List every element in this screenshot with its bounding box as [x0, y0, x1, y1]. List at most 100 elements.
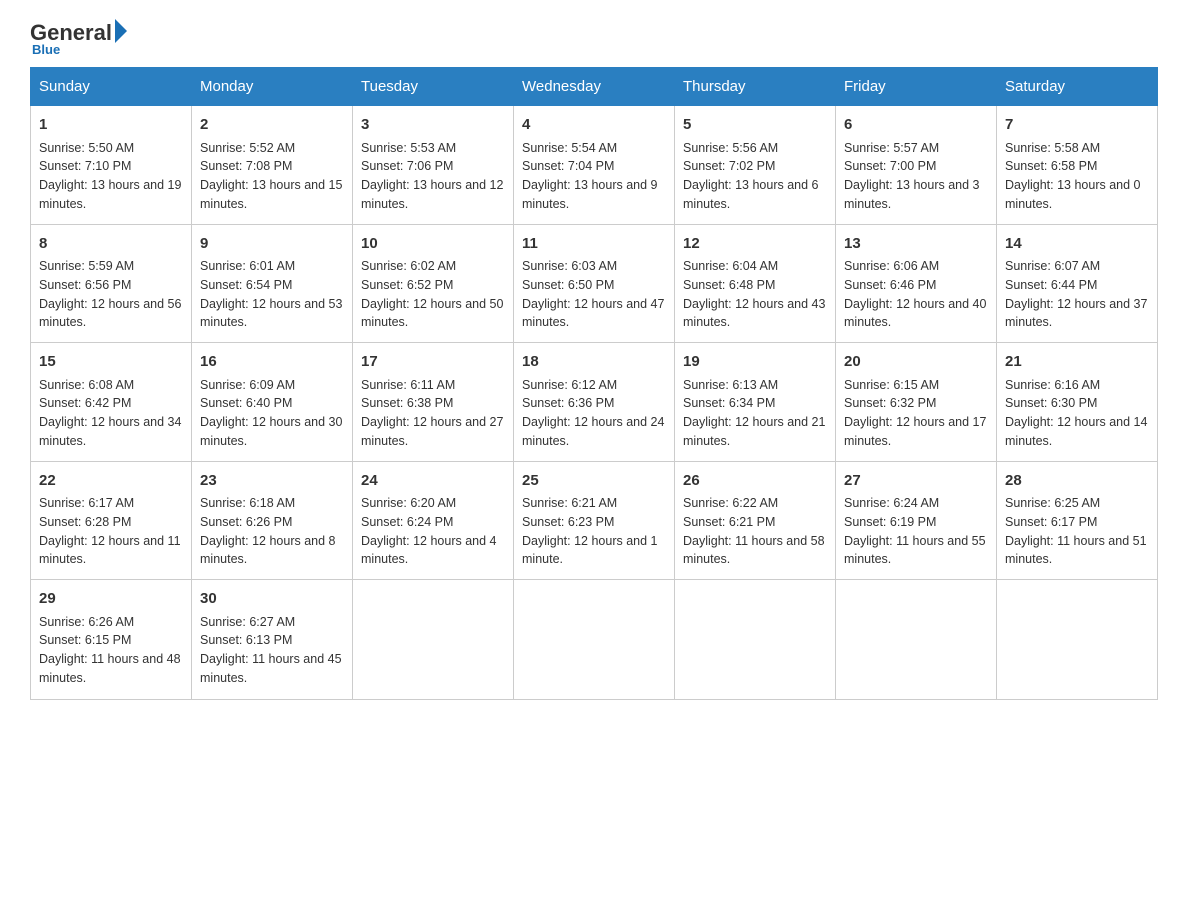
page-header: General Blue: [30, 20, 1158, 57]
day-number: 12: [683, 233, 827, 256]
calendar-cell: 28Sunrise: 6:25 AMSunset: 6:17 PMDayligh…: [997, 461, 1158, 580]
day-number: 22: [39, 470, 183, 493]
day-info: Sunrise: 5:56 AMSunset: 7:02 PMDaylight:…: [683, 139, 827, 214]
day-info: Sunrise: 6:22 AMSunset: 6:21 PMDaylight:…: [683, 494, 827, 569]
day-info: Sunrise: 5:52 AMSunset: 7:08 PMDaylight:…: [200, 139, 344, 214]
calendar-cell: 1Sunrise: 5:50 AMSunset: 7:10 PMDaylight…: [31, 106, 192, 225]
calendar-week-5: 29Sunrise: 6:26 AMSunset: 6:15 PMDayligh…: [31, 580, 1158, 700]
calendar-cell: [675, 580, 836, 700]
day-number: 19: [683, 351, 827, 374]
calendar-week-3: 15Sunrise: 6:08 AMSunset: 6:42 PMDayligh…: [31, 343, 1158, 462]
calendar-cell: 2Sunrise: 5:52 AMSunset: 7:08 PMDaylight…: [192, 106, 353, 225]
day-info: Sunrise: 6:08 AMSunset: 6:42 PMDaylight:…: [39, 376, 183, 451]
day-number: 15: [39, 351, 183, 374]
weekday-header-monday: Monday: [192, 68, 353, 106]
calendar-cell: 8Sunrise: 5:59 AMSunset: 6:56 PMDaylight…: [31, 224, 192, 343]
calendar-cell: 27Sunrise: 6:24 AMSunset: 6:19 PMDayligh…: [836, 461, 997, 580]
day-info: Sunrise: 6:02 AMSunset: 6:52 PMDaylight:…: [361, 257, 505, 332]
day-info: Sunrise: 6:27 AMSunset: 6:13 PMDaylight:…: [200, 613, 344, 688]
logo-arrow-icon: [115, 19, 127, 43]
weekday-header-thursday: Thursday: [675, 68, 836, 106]
day-number: 10: [361, 233, 505, 256]
calendar-week-1: 1Sunrise: 5:50 AMSunset: 7:10 PMDaylight…: [31, 106, 1158, 225]
calendar-cell: [514, 580, 675, 700]
calendar-cell: 22Sunrise: 6:17 AMSunset: 6:28 PMDayligh…: [31, 461, 192, 580]
day-number: 14: [1005, 233, 1149, 256]
day-info: Sunrise: 6:03 AMSunset: 6:50 PMDaylight:…: [522, 257, 666, 332]
day-number: 4: [522, 114, 666, 137]
day-number: 6: [844, 114, 988, 137]
calendar-cell: 21Sunrise: 6:16 AMSunset: 6:30 PMDayligh…: [997, 343, 1158, 462]
day-number: 25: [522, 470, 666, 493]
day-info: Sunrise: 6:17 AMSunset: 6:28 PMDaylight:…: [39, 494, 183, 569]
day-number: 3: [361, 114, 505, 137]
day-number: 30: [200, 588, 344, 611]
logo-blue-text: Blue: [32, 42, 60, 57]
day-info: Sunrise: 5:53 AMSunset: 7:06 PMDaylight:…: [361, 139, 505, 214]
day-number: 20: [844, 351, 988, 374]
calendar-cell: 11Sunrise: 6:03 AMSunset: 6:50 PMDayligh…: [514, 224, 675, 343]
day-number: 11: [522, 233, 666, 256]
day-number: 8: [39, 233, 183, 256]
day-info: Sunrise: 6:06 AMSunset: 6:46 PMDaylight:…: [844, 257, 988, 332]
calendar-cell: 6Sunrise: 5:57 AMSunset: 7:00 PMDaylight…: [836, 106, 997, 225]
day-number: 28: [1005, 470, 1149, 493]
calendar-cell: 5Sunrise: 5:56 AMSunset: 7:02 PMDaylight…: [675, 106, 836, 225]
day-number: 18: [522, 351, 666, 374]
day-info: Sunrise: 6:04 AMSunset: 6:48 PMDaylight:…: [683, 257, 827, 332]
calendar-cell: 4Sunrise: 5:54 AMSunset: 7:04 PMDaylight…: [514, 106, 675, 225]
calendar-cell: [353, 580, 514, 700]
day-number: 7: [1005, 114, 1149, 137]
calendar-cell: 14Sunrise: 6:07 AMSunset: 6:44 PMDayligh…: [997, 224, 1158, 343]
calendar-cell: 30Sunrise: 6:27 AMSunset: 6:13 PMDayligh…: [192, 580, 353, 700]
day-info: Sunrise: 5:59 AMSunset: 6:56 PMDaylight:…: [39, 257, 183, 332]
day-info: Sunrise: 6:13 AMSunset: 6:34 PMDaylight:…: [683, 376, 827, 451]
calendar-week-4: 22Sunrise: 6:17 AMSunset: 6:28 PMDayligh…: [31, 461, 1158, 580]
calendar-cell: 25Sunrise: 6:21 AMSunset: 6:23 PMDayligh…: [514, 461, 675, 580]
day-info: Sunrise: 6:24 AMSunset: 6:19 PMDaylight:…: [844, 494, 988, 569]
calendar-week-2: 8Sunrise: 5:59 AMSunset: 6:56 PMDaylight…: [31, 224, 1158, 343]
weekday-header-wednesday: Wednesday: [514, 68, 675, 106]
day-info: Sunrise: 6:01 AMSunset: 6:54 PMDaylight:…: [200, 257, 344, 332]
day-info: Sunrise: 5:50 AMSunset: 7:10 PMDaylight:…: [39, 139, 183, 214]
day-info: Sunrise: 6:15 AMSunset: 6:32 PMDaylight:…: [844, 376, 988, 451]
day-info: Sunrise: 6:16 AMSunset: 6:30 PMDaylight:…: [1005, 376, 1149, 451]
day-number: 1: [39, 114, 183, 137]
day-number: 2: [200, 114, 344, 137]
day-number: 21: [1005, 351, 1149, 374]
calendar-cell: 10Sunrise: 6:02 AMSunset: 6:52 PMDayligh…: [353, 224, 514, 343]
day-number: 29: [39, 588, 183, 611]
calendar-cell: [997, 580, 1158, 700]
calendar-cell: 26Sunrise: 6:22 AMSunset: 6:21 PMDayligh…: [675, 461, 836, 580]
day-info: Sunrise: 5:54 AMSunset: 7:04 PMDaylight:…: [522, 139, 666, 214]
calendar-cell: 12Sunrise: 6:04 AMSunset: 6:48 PMDayligh…: [675, 224, 836, 343]
day-info: Sunrise: 6:26 AMSunset: 6:15 PMDaylight:…: [39, 613, 183, 688]
calendar-cell: 15Sunrise: 6:08 AMSunset: 6:42 PMDayligh…: [31, 343, 192, 462]
calendar-cell: 29Sunrise: 6:26 AMSunset: 6:15 PMDayligh…: [31, 580, 192, 700]
calendar-cell: [836, 580, 997, 700]
calendar-cell: 18Sunrise: 6:12 AMSunset: 6:36 PMDayligh…: [514, 343, 675, 462]
day-number: 23: [200, 470, 344, 493]
calendar-cell: 17Sunrise: 6:11 AMSunset: 6:38 PMDayligh…: [353, 343, 514, 462]
day-info: Sunrise: 5:57 AMSunset: 7:00 PMDaylight:…: [844, 139, 988, 214]
calendar-cell: 9Sunrise: 6:01 AMSunset: 6:54 PMDaylight…: [192, 224, 353, 343]
day-number: 9: [200, 233, 344, 256]
day-info: Sunrise: 6:20 AMSunset: 6:24 PMDaylight:…: [361, 494, 505, 569]
weekday-header-sunday: Sunday: [31, 68, 192, 106]
calendar-cell: 24Sunrise: 6:20 AMSunset: 6:24 PMDayligh…: [353, 461, 514, 580]
day-number: 24: [361, 470, 505, 493]
day-info: Sunrise: 6:09 AMSunset: 6:40 PMDaylight:…: [200, 376, 344, 451]
day-info: Sunrise: 5:58 AMSunset: 6:58 PMDaylight:…: [1005, 139, 1149, 214]
day-number: 26: [683, 470, 827, 493]
calendar-cell: 13Sunrise: 6:06 AMSunset: 6:46 PMDayligh…: [836, 224, 997, 343]
calendar-cell: 7Sunrise: 5:58 AMSunset: 6:58 PMDaylight…: [997, 106, 1158, 225]
day-number: 17: [361, 351, 505, 374]
weekday-header-row: SundayMondayTuesdayWednesdayThursdayFrid…: [31, 68, 1158, 106]
calendar-cell: 20Sunrise: 6:15 AMSunset: 6:32 PMDayligh…: [836, 343, 997, 462]
weekday-header-saturday: Saturday: [997, 68, 1158, 106]
day-info: Sunrise: 6:07 AMSunset: 6:44 PMDaylight:…: [1005, 257, 1149, 332]
day-number: 5: [683, 114, 827, 137]
calendar-cell: 23Sunrise: 6:18 AMSunset: 6:26 PMDayligh…: [192, 461, 353, 580]
weekday-header-tuesday: Tuesday: [353, 68, 514, 106]
calendar-cell: 3Sunrise: 5:53 AMSunset: 7:06 PMDaylight…: [353, 106, 514, 225]
